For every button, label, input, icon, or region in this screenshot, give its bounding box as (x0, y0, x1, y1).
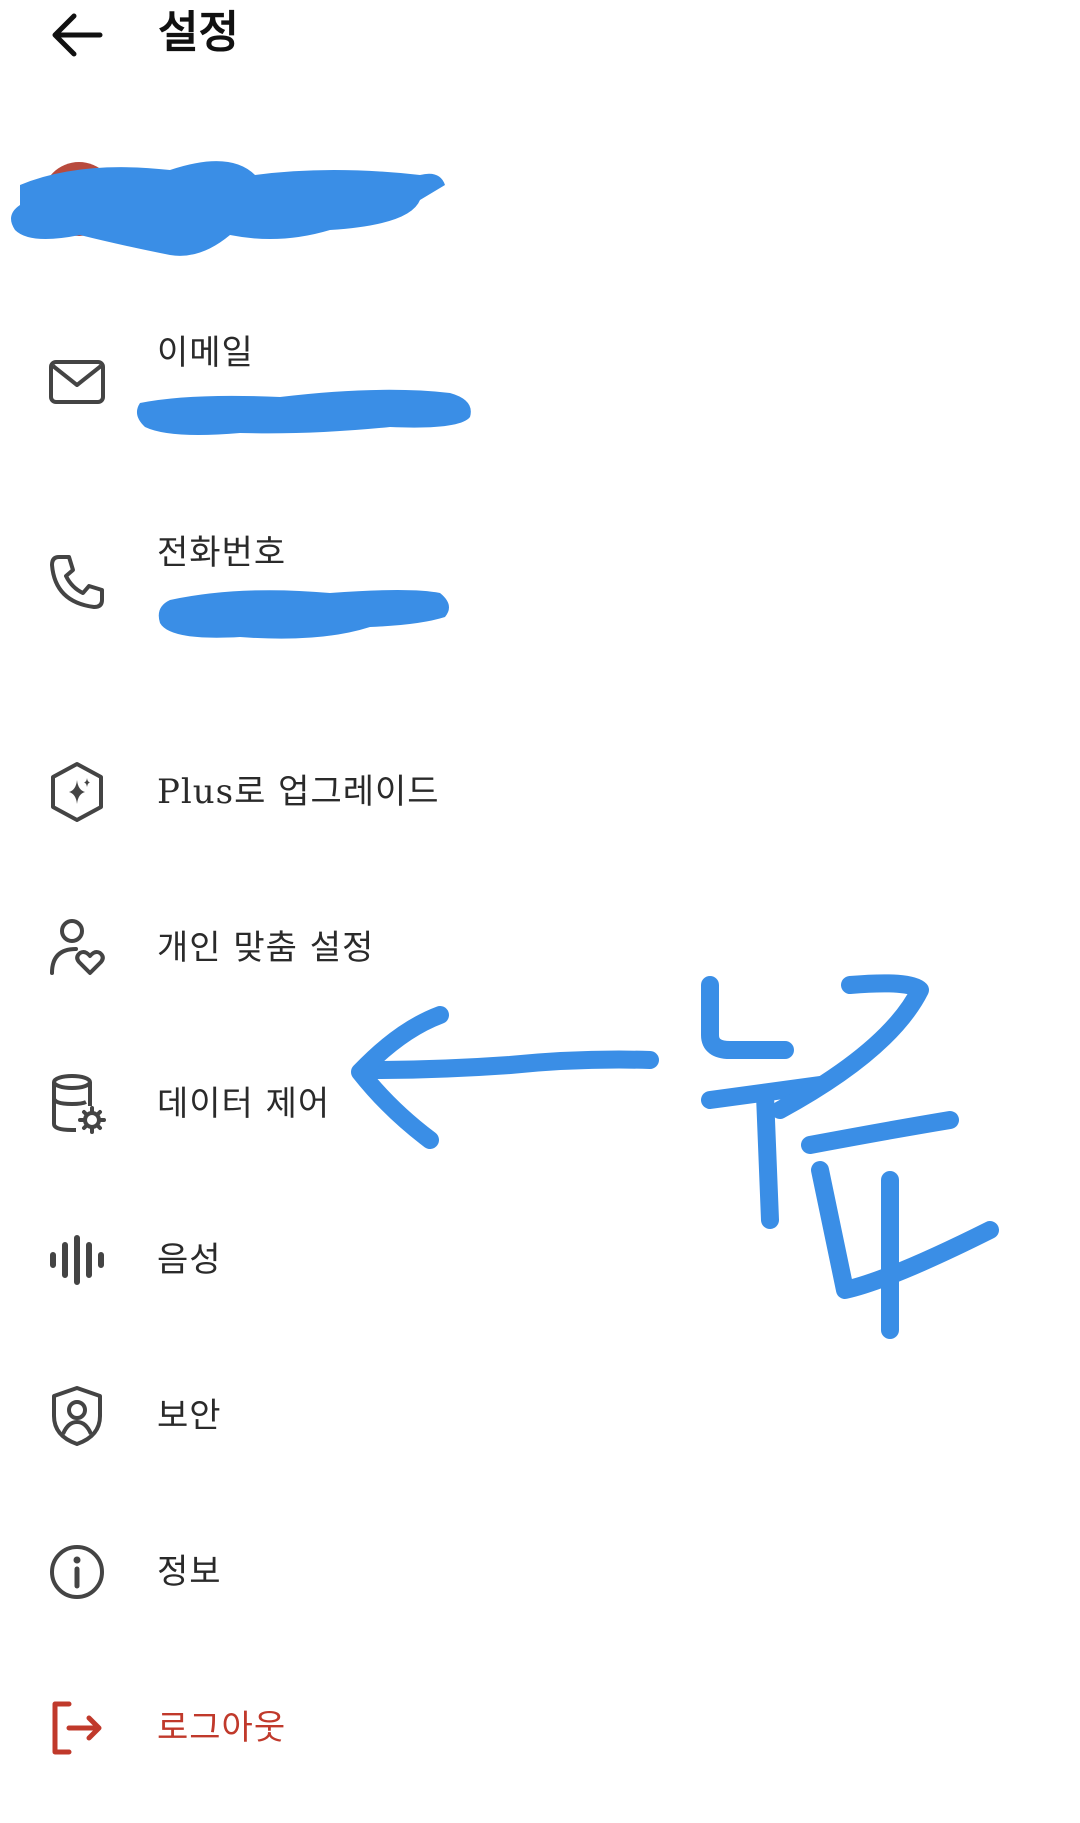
database-gear-icon (42, 1069, 112, 1139)
phone-icon (42, 547, 112, 617)
back-button[interactable] (40, 5, 112, 65)
settings-item-logout[interactable]: 로그아웃 (0, 1658, 1080, 1798)
app-header: 설정 (0, 0, 1080, 70)
settings-item-voice[interactable]: 음성 (0, 1190, 1080, 1330)
phone-label: 전화번호 (157, 533, 287, 573)
personalization-label: 개인 맞춤 설정 (157, 928, 375, 968)
avatar (42, 162, 116, 236)
shield-user-icon (42, 1381, 112, 1451)
data-controls-label: 데이터 제어 (157, 1084, 331, 1124)
mail-icon (42, 347, 112, 417)
arrow-left-icon (52, 13, 103, 57)
security-label: 보안 (157, 1396, 222, 1436)
logout-label: 로그아웃 (157, 1708, 287, 1748)
info-icon (42, 1537, 112, 1607)
settings-item-about[interactable]: 정보 (0, 1502, 1080, 1642)
email-label: 이메일 (157, 333, 254, 373)
settings-item-security[interactable]: 보안 (0, 1346, 1080, 1486)
profile-row[interactable] (0, 140, 1080, 280)
voice-label: 음성 (157, 1240, 222, 1280)
page-title: 설정 (158, 7, 239, 58)
settings-item-upgrade[interactable]: Plus로 업그레이드 (0, 722, 1080, 862)
about-label: 정보 (157, 1552, 222, 1592)
upgrade-label: Plus로 업그레이드 (157, 772, 440, 812)
settings-item-email[interactable]: 이메일 (0, 312, 1080, 452)
voice-waveform-icon (42, 1225, 112, 1295)
logout-icon (42, 1693, 112, 1763)
settings-item-personalization[interactable]: 개인 맞춤 설정 (0, 878, 1080, 1018)
settings-item-data-controls[interactable]: 데이터 제어 (0, 1034, 1080, 1174)
person-heart-icon (42, 913, 112, 983)
sparkle-hexagon-icon (42, 757, 112, 827)
settings-item-phone[interactable]: 전화번호 (0, 512, 1080, 652)
